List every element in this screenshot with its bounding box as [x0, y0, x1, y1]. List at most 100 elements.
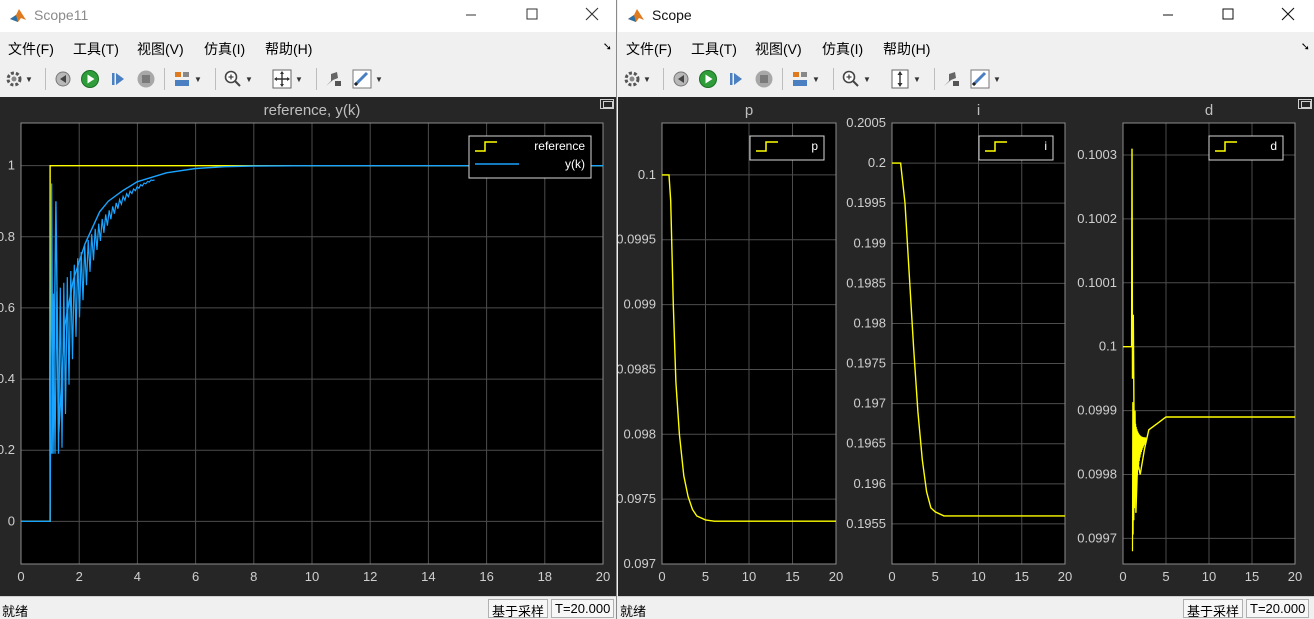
menu-file[interactable]: 文件(F) [8, 39, 54, 59]
y-tick-label: 0.198 [853, 315, 886, 330]
layout-button[interactable]: ▼ [790, 68, 820, 90]
undock-plot-icon[interactable] [600, 99, 614, 109]
step-forward-button[interactable] [108, 68, 128, 90]
step-back-button[interactable] [53, 68, 73, 90]
x-tick-label: 5 [1162, 569, 1169, 584]
measure-button[interactable]: ▼ [351, 68, 383, 90]
y-tick-label: 1 [8, 158, 15, 173]
legend-label: d [1270, 139, 1277, 153]
x-tick-label: 6 [192, 569, 199, 584]
style-button[interactable] [941, 68, 961, 90]
status-bar: 就绪 基于采样 T=20.000 [618, 596, 1314, 619]
x-tick-label: 0 [1119, 569, 1126, 584]
matlab-logo-icon [627, 6, 645, 24]
step-forward-button[interactable] [726, 68, 746, 90]
y-tick-label: 0.098 [623, 426, 656, 441]
x-tick-label: 20 [1058, 569, 1072, 584]
menu-help[interactable]: 帮助(H) [883, 39, 930, 59]
title-bar[interactable]: Scope [618, 0, 1314, 32]
minimize-icon[interactable] [1153, 2, 1183, 28]
stop-icon [137, 70, 155, 88]
legend: d [1208, 135, 1284, 161]
settings-button[interactable]: ▼ [5, 68, 33, 90]
measure-button[interactable]: ▼ [969, 68, 1001, 90]
y-tick-label: 0.2005 [846, 115, 886, 130]
zoom-button[interactable]: ▼ [841, 68, 871, 90]
menu-simulation[interactable]: 仿真(I) [204, 39, 245, 59]
reference-yk-chart[interactable]: reference, y(k) 0 2 4 6 8 10 12 14 16 18 20 0 0.2 0.4 0… [0, 97, 617, 596]
run-button[interactable] [698, 68, 718, 90]
settings-button[interactable]: ▼ [623, 68, 651, 90]
window-title: Scope11 [34, 7, 89, 23]
x-tick-label: 2 [76, 569, 83, 584]
scope11-window: Scope11 文件(F) 工具(T) 视图(V) 仿真(I) 帮助(H) ➘ … [0, 0, 617, 619]
run-icon [699, 70, 717, 88]
style-button[interactable] [323, 68, 343, 90]
autoscale-y-button[interactable]: ▼ [889, 68, 921, 90]
chart-d: d 0 5 10 15 20 0.0997 0.0998 0.0999 0.1 0.1001 0.10… [1077, 102, 1302, 584]
x-tick-label: 0 [17, 569, 24, 584]
close-icon[interactable] [577, 2, 607, 28]
minimize-icon[interactable] [456, 2, 486, 28]
legend-label: reference [534, 139, 585, 153]
y-tick-label: 0.0997 [1077, 530, 1117, 545]
autoscale-button[interactable]: ▼ [271, 68, 303, 90]
y-tick-label: 0.1975 [846, 356, 886, 371]
chart-title: reference, y(k) [264, 102, 361, 119]
y-tick-label: 0.099 [623, 297, 656, 312]
run-button[interactable] [80, 68, 100, 90]
menu-bar: 文件(F) 工具(T) 视图(V) 仿真(I) 帮助(H) ➘ [618, 34, 1314, 60]
y-tick-label: 0.1 [638, 167, 656, 182]
measure-icon [970, 69, 990, 89]
layout-button[interactable]: ▼ [172, 68, 202, 90]
measure-icon [352, 69, 372, 89]
step-forward-icon [730, 73, 742, 85]
menu-view[interactable]: 视图(V) [137, 39, 184, 59]
menu-expand-icon[interactable]: ➘ [1301, 40, 1310, 53]
maximize-icon[interactable] [1213, 2, 1243, 28]
window-title: Scope [652, 7, 692, 23]
maximize-icon[interactable] [517, 2, 547, 28]
menu-file[interactable]: 文件(F) [626, 39, 672, 59]
menu-expand-icon[interactable]: ➘ [603, 40, 612, 53]
y-tick-label: 0.4 [0, 371, 15, 386]
x-tick-label: 12 [363, 569, 377, 584]
zoom-icon [224, 70, 241, 87]
menu-bar: 文件(F) 工具(T) 视图(V) 仿真(I) 帮助(H) ➘ [0, 34, 616, 60]
menu-simulation[interactable]: 仿真(I) [822, 39, 863, 59]
y-tick-label: 0.1955 [846, 516, 886, 531]
close-icon[interactable] [1273, 2, 1303, 28]
y-tick-label: 0.0985 [618, 361, 656, 376]
x-tick-label: 15 [785, 569, 799, 584]
y-tick-label: 0.1965 [846, 436, 886, 451]
y-tick-label: 0.1985 [846, 275, 886, 290]
x-tick-label: 20 [829, 569, 843, 584]
autoscale-icon [272, 69, 292, 89]
stop-button[interactable] [136, 68, 156, 90]
autoscale-y-icon [891, 69, 909, 89]
legend: reference y(k) [468, 135, 592, 179]
x-tick-label: 4 [134, 569, 141, 584]
status-mode: 基于采样 [488, 599, 549, 619]
menu-help[interactable]: 帮助(H) [265, 39, 312, 59]
x-tick-label: 20 [1288, 569, 1302, 584]
y-tick-label: 0.0995 [618, 232, 656, 247]
toolbar: ▼ ▼ ▼ ▼ ▼ [0, 62, 616, 96]
legend: p [749, 135, 825, 161]
stop-button[interactable] [754, 68, 774, 90]
scope-window: Scope 文件(F) 工具(T) 视图(V) 仿真(I) 帮助(H) ➘ ▼ … [618, 0, 1314, 619]
undock-plot-icon[interactable] [1298, 99, 1312, 109]
step-back-button[interactable] [671, 68, 691, 90]
style-icon [326, 72, 341, 86]
zoom-button[interactable]: ▼ [223, 68, 253, 90]
x-tick-label: 18 [538, 569, 552, 584]
menu-tools[interactable]: 工具(T) [73, 39, 119, 59]
title-bar[interactable]: Scope11 [0, 0, 616, 32]
legend-label: i [1044, 139, 1047, 153]
menu-tools[interactable]: 工具(T) [691, 39, 737, 59]
step-forward-icon [112, 73, 124, 85]
pid-gains-charts[interactable]: p 0 5 10 15 20 0.097 0.0975 0.098 0.0985 0.099 0.09… [618, 97, 1314, 596]
zoom-icon [842, 70, 859, 87]
menu-view[interactable]: 视图(V) [755, 39, 802, 59]
y-tick-label: 0.6 [0, 300, 15, 315]
